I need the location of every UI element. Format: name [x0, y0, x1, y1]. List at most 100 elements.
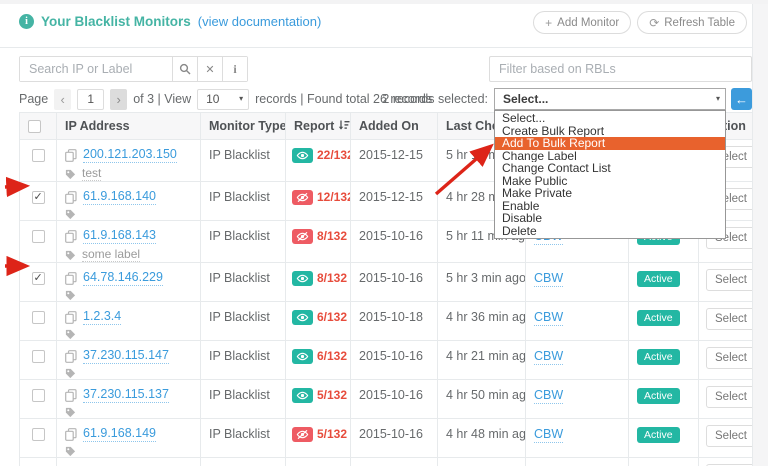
eye-icon — [296, 274, 309, 283]
row-checkbox[interactable] — [31, 271, 45, 286]
ip-link[interactable]: 1.2.3.4 — [83, 310, 122, 325]
contact-link[interactable]: CBW — [534, 310, 564, 326]
row-checkbox[interactable] — [31, 149, 45, 163]
report-count[interactable]: 6/132 — [317, 311, 347, 324]
contact-link[interactable]: CBW — [534, 349, 564, 365]
tag-icon[interactable] — [65, 407, 76, 418]
bulk-menu-item[interactable]: Enable — [495, 200, 725, 213]
status-badge: Active — [637, 388, 680, 404]
report-count[interactable]: 8/132 — [317, 230, 347, 243]
bulk-action-select[interactable]: Select... ▾ — [494, 88, 726, 110]
view-documentation-link[interactable]: (view documentation) — [198, 14, 322, 29]
add-monitor-button[interactable]: + Add Monitor — [533, 11, 632, 34]
visibility-badge[interactable] — [292, 388, 313, 403]
report-count[interactable]: 22/132 — [317, 149, 350, 162]
monitor-label[interactable]: some label — [82, 248, 141, 262]
visibility-badge[interactable] — [292, 310, 313, 325]
ip-link[interactable]: 200.121.203.150 — [83, 148, 177, 163]
row-checkbox[interactable] — [31, 350, 45, 364]
bulk-menu-item[interactable]: Change Label — [495, 150, 725, 163]
tag-icon[interactable] — [65, 209, 76, 220]
search-icon — [179, 63, 191, 75]
contact-link[interactable]: CBW — [534, 271, 564, 287]
bulk-menu-item[interactable]: Make Public — [495, 175, 725, 188]
page-title: Your Blacklist Monitors — [41, 14, 191, 29]
tag-icon[interactable] — [65, 290, 76, 301]
apply-bulk-action-button[interactable]: ← — [731, 88, 752, 110]
row-action-select[interactable]: Select⌄ — [706, 425, 752, 447]
search-info-button[interactable]: i — [222, 57, 247, 81]
added-on-date: 2015-10-16 — [359, 388, 423, 402]
refresh-icon: ⟳ — [649, 15, 660, 30]
next-page-button[interactable]: › — [110, 88, 128, 110]
copy-icon[interactable] — [65, 272, 77, 285]
bulk-menu-item[interactable]: Add To Bulk Report — [495, 137, 725, 150]
bulk-menu-item[interactable]: Make Private — [495, 187, 725, 200]
contact-link[interactable]: CBW — [534, 427, 564, 443]
monitor-label[interactable]: test — [82, 167, 102, 181]
ip-link[interactable]: 61.9.168.149 — [83, 427, 156, 442]
row-action-select[interactable]: Select⌄ — [706, 308, 752, 330]
ip-link[interactable]: 64.78.146.229 — [83, 271, 163, 286]
tag-icon[interactable] — [65, 169, 76, 180]
copy-icon[interactable] — [65, 311, 77, 324]
row-checkbox[interactable] — [31, 389, 45, 403]
clear-search-button[interactable]: ✕ — [197, 57, 222, 81]
table-row: 64.78.146.229 IP Blacklist — [19, 262, 753, 302]
ip-link[interactable]: 37.230.115.137 — [83, 388, 169, 403]
last-check-text: 4 hr 50 min ago — [446, 388, 526, 402]
visibility-badge[interactable] — [292, 349, 313, 364]
report-count[interactable]: 8/132 — [317, 272, 347, 285]
rbl-filter-input[interactable] — [489, 56, 752, 82]
tag-icon[interactable] — [65, 368, 76, 379]
select-all-checkbox[interactable] — [28, 120, 41, 134]
report-count[interactable]: 5/132 — [317, 428, 347, 441]
tag-icon[interactable] — [65, 250, 76, 261]
ip-link[interactable]: 37.230.115.147 — [83, 349, 169, 364]
copy-icon[interactable] — [65, 350, 77, 363]
row-checkbox[interactable] — [31, 230, 45, 244]
refresh-table-button[interactable]: ⟳ Refresh Table — [637, 11, 747, 34]
page-number-input[interactable] — [77, 88, 105, 110]
bulk-menu-item[interactable]: Create Bulk Report — [495, 125, 725, 138]
copy-icon[interactable] — [65, 230, 77, 243]
info-icon: i — [233, 61, 237, 76]
prev-page-button[interactable]: ‹ — [54, 88, 72, 110]
bulk-menu-item[interactable]: Change Contact List — [495, 162, 725, 175]
ip-link[interactable]: 61.9.168.143 — [83, 229, 156, 244]
ip-link[interactable]: 61.9.168.140 — [83, 190, 156, 205]
report-count[interactable]: 5/132 — [317, 389, 347, 402]
col-report[interactable]: Report — [285, 112, 351, 140]
tag-icon[interactable] — [65, 329, 76, 340]
row-action-select[interactable]: Select⌄ — [706, 347, 752, 369]
monitor-type: IP Blacklist — [209, 148, 270, 162]
row-action-select[interactable]: Select⌄ — [706, 269, 752, 291]
visibility-badge[interactable] — [292, 271, 313, 286]
chevron-down-icon: ▾ — [239, 94, 244, 104]
contact-link[interactable]: CBW — [534, 388, 564, 404]
records-per-page-select[interactable]: 10 ▾ — [197, 88, 250, 110]
visibility-badge[interactable] — [292, 427, 313, 442]
eye-slash-icon — [296, 193, 309, 202]
row-action-select[interactable]: Select⌄ — [706, 386, 752, 408]
search-input[interactable] — [20, 57, 172, 81]
bulk-menu-item[interactable]: Disable — [495, 212, 725, 225]
visibility-badge[interactable] — [292, 190, 313, 205]
bulk-menu-item[interactable]: Delete — [495, 225, 725, 238]
last-check-text: 4 hr 36 min ago — [446, 310, 526, 324]
row-checkbox[interactable] — [31, 190, 45, 205]
row-checkbox[interactable] — [31, 428, 45, 442]
report-count[interactable]: 6/132 — [317, 350, 347, 363]
eye-icon — [296, 313, 309, 322]
visibility-badge[interactable] — [292, 148, 313, 163]
copy-icon[interactable] — [65, 149, 77, 162]
tag-icon[interactable] — [65, 446, 76, 457]
copy-icon[interactable] — [65, 191, 77, 204]
search-button[interactable] — [172, 57, 197, 81]
bulk-menu-item[interactable]: Select... — [495, 112, 725, 125]
report-count[interactable]: 12/132 — [317, 191, 350, 204]
visibility-badge[interactable] — [292, 229, 313, 244]
row-checkbox[interactable] — [31, 311, 45, 325]
copy-icon[interactable] — [65, 428, 77, 441]
copy-icon[interactable] — [65, 389, 77, 402]
